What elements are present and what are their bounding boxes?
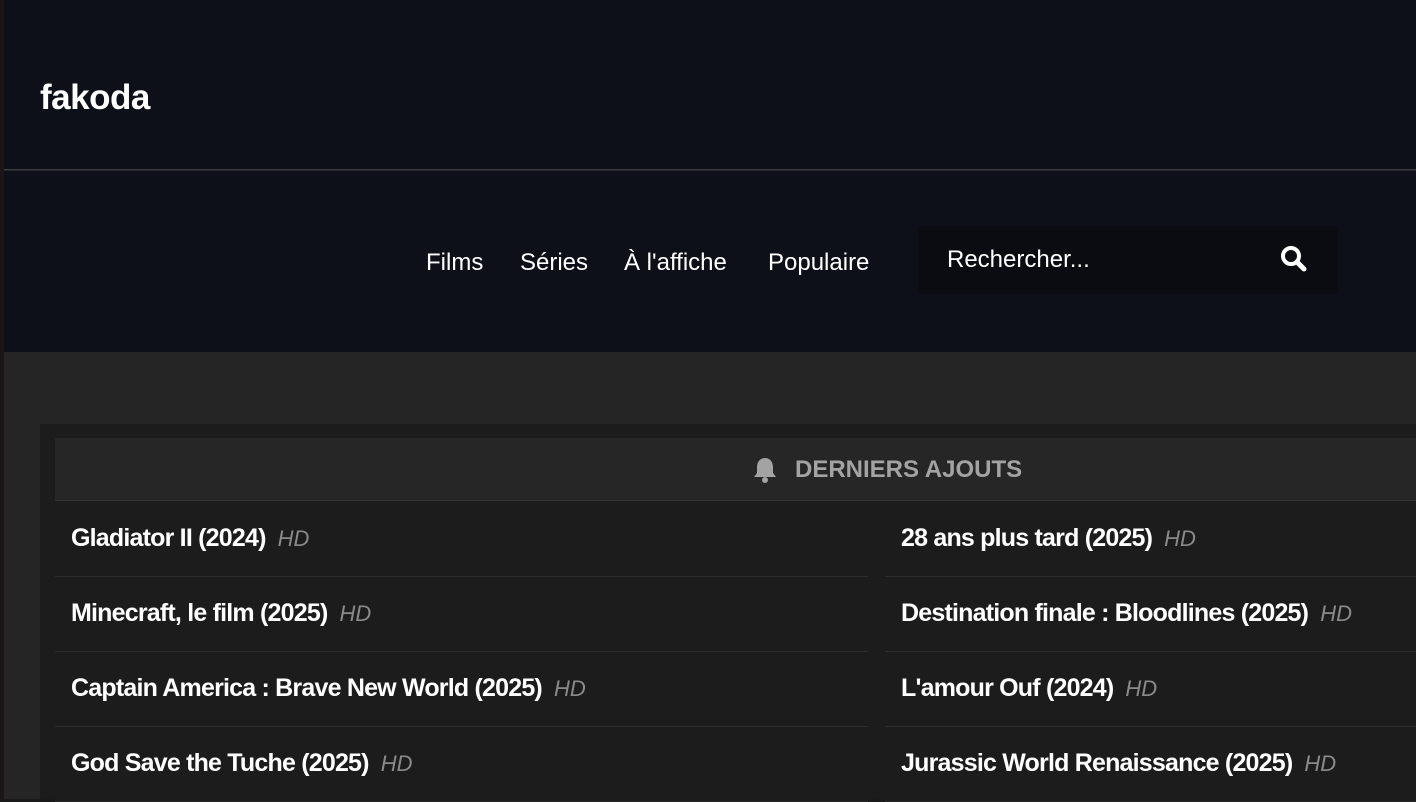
search-box [919, 226, 1337, 294]
quality-badge: HD [553, 676, 586, 701]
quality-badge: HD [1164, 526, 1196, 551]
latest-panel-title: DERNIERS AJOUTS [795, 456, 1023, 483]
search-input[interactable] [919, 226, 1259, 294]
quality-badge: HD [339, 601, 372, 626]
latest-panel-header: DERNIERS AJOUTS [55, 438, 1416, 501]
bell-icon [754, 458, 776, 483]
main-navigation: Films Séries À l'affiche Populaire [4, 171, 1416, 352]
nav-item-a-laffiche[interactable]: À l'affiche [624, 249, 727, 277]
quality-badge: HD [277, 526, 310, 551]
item-title: Gladiator II (2024) [71, 524, 266, 552]
latest-list-left: Gladiator II (2024) HD Minecraft, le film… [55, 502, 868, 802]
list-item[interactable]: Captain America : Brave New World (2025)… [55, 652, 868, 727]
list-item[interactable]: Minecraft, le film (2025) HD [55, 577, 868, 652]
site-logo[interactable]: fakoda [40, 78, 150, 118]
site-header: fakoda [4, 0, 1416, 170]
list-item[interactable]: L'amour Ouf (2024) HD [885, 652, 1416, 727]
search-button[interactable] [1279, 244, 1309, 274]
item-title: God Save the Tuche (2025) [71, 749, 370, 777]
item-title: Captain America : Brave New World (2025) [71, 674, 543, 702]
item-title: Destination finale : Bloodlines (2025) [901, 599, 1309, 627]
latest-list-right: 28 ans plus tard (2025) HD Destination fi… [885, 502, 1416, 802]
quality-badge: HD [1320, 601, 1352, 626]
quality-badge: HD [1125, 676, 1158, 701]
nav-item-populaire[interactable]: Populaire [768, 249, 869, 277]
list-item[interactable]: 28 ans plus tard (2025) HD [885, 502, 1416, 577]
list-item[interactable]: God Save the Tuche (2025) HD [55, 727, 868, 802]
list-item[interactable]: Gladiator II (2024) HD [55, 502, 868, 577]
item-title: Jurassic World Renaissance (2025) [901, 749, 1293, 777]
nav-item-series[interactable]: Séries [520, 249, 588, 277]
search-icon [1281, 246, 1307, 272]
item-title: L'amour Ouf (2024) [901, 674, 1114, 702]
quality-badge: HD [1304, 751, 1337, 776]
nav-item-films[interactable]: Films [426, 249, 483, 277]
quality-badge: HD [380, 751, 413, 776]
list-item[interactable]: Destination finale : Bloodlines (2025) HD [885, 577, 1416, 652]
item-title: 28 ans plus tard (2025) [901, 524, 1153, 552]
list-item[interactable]: Jurassic World Renaissance (2025) HD [885, 727, 1416, 802]
item-title: Minecraft, le film (2025) [71, 599, 328, 627]
